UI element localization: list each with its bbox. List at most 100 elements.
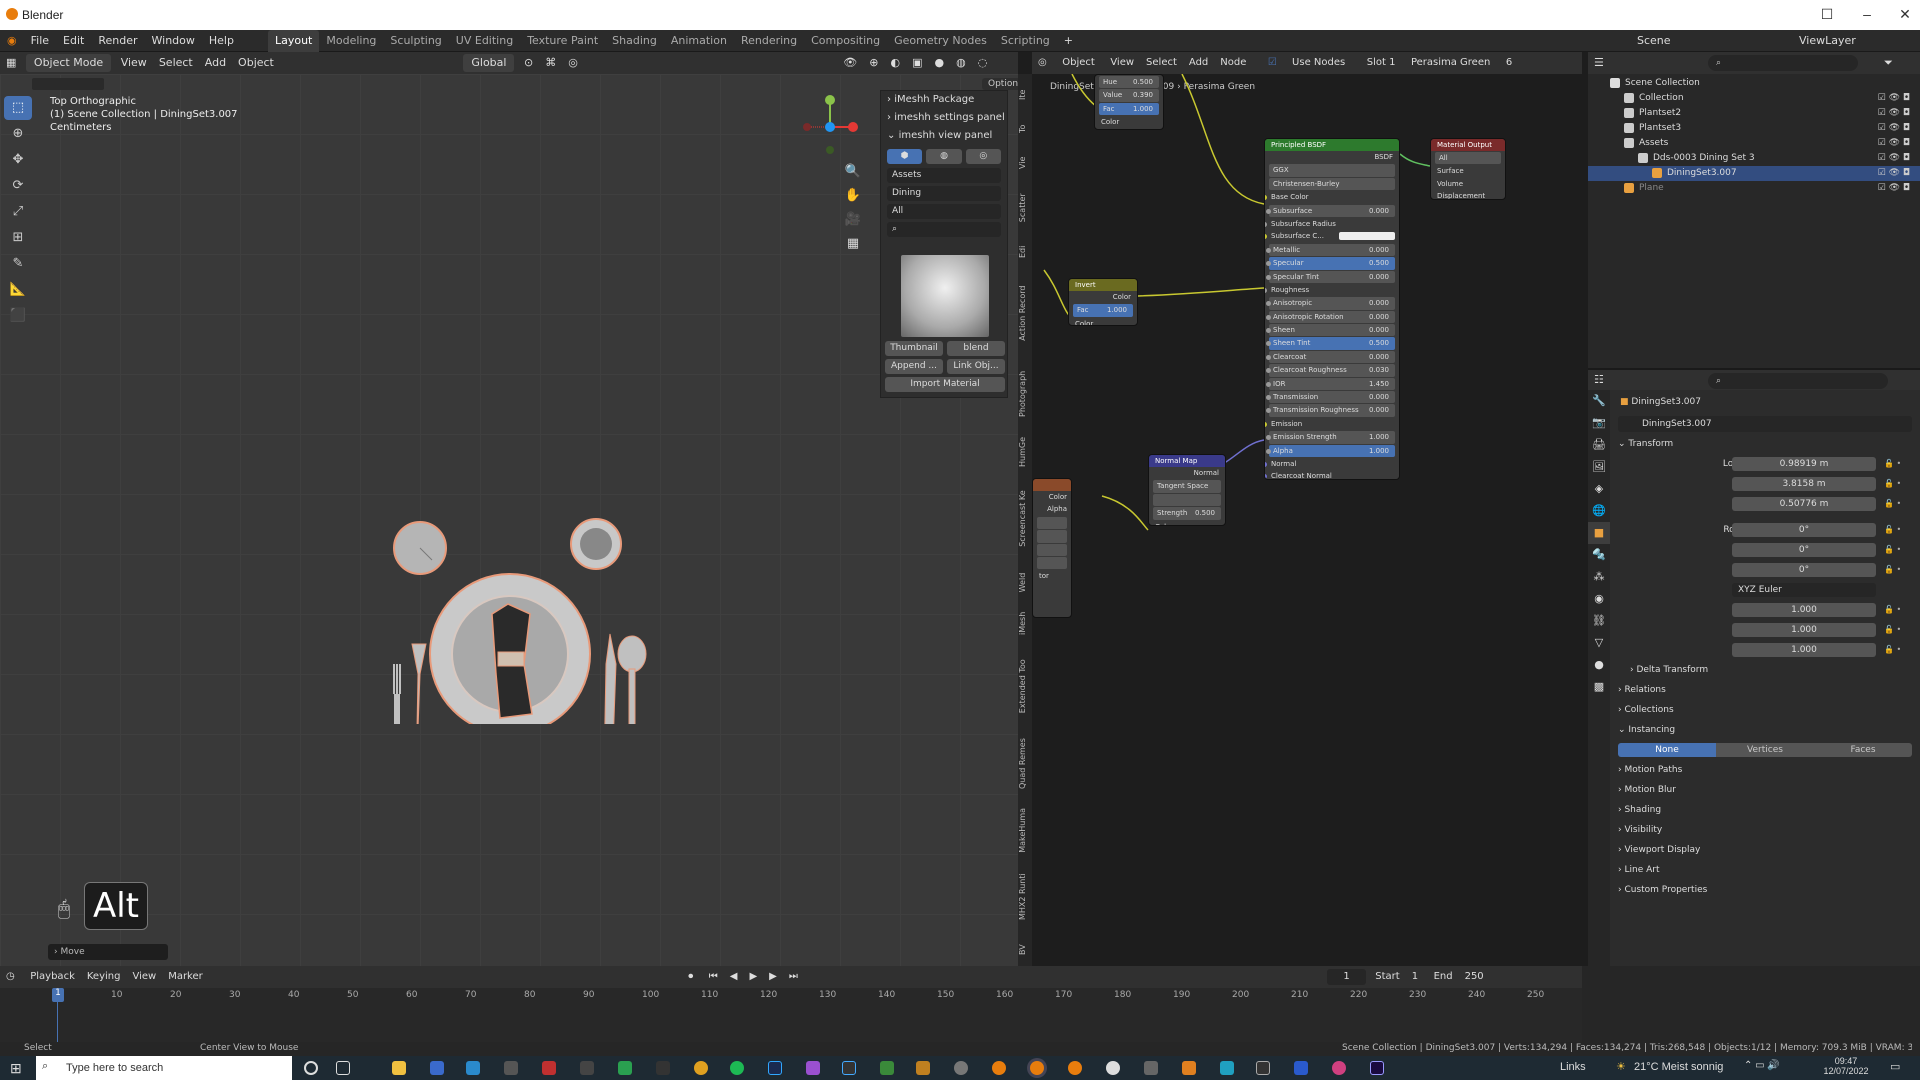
node-menu-select[interactable]: Select bbox=[1140, 52, 1183, 74]
properties-section-header[interactable]: › Shading bbox=[1610, 800, 1920, 820]
use-nodes-checkbox[interactable]: ☑ Use Nodes bbox=[1256, 52, 1357, 74]
output-target-select[interactable]: All bbox=[1435, 152, 1501, 165]
object-name-input[interactable]: DiningSet3.007 bbox=[1618, 416, 1912, 432]
outliner-filter-icon[interactable]: ⏷ bbox=[1884, 56, 1893, 70]
instancing-faces-button[interactable]: Faces bbox=[1814, 743, 1912, 757]
windows-start-icon[interactable]: ⊞ bbox=[10, 1060, 22, 1077]
editor-type-icon[interactable]: ▦ bbox=[0, 52, 22, 74]
lock-keyframe-icon[interactable]: 🔓 • bbox=[1884, 520, 1901, 540]
bsdf-input-row[interactable]: Transmission 0.000 bbox=[1266, 391, 1395, 404]
lock-keyframe-icon[interactable]: 🔓 • bbox=[1884, 474, 1901, 494]
scale-tool-icon[interactable]: ⤢ bbox=[4, 200, 32, 224]
thumbnail-button[interactable]: Thumbnail bbox=[885, 341, 943, 356]
annotate-tool-icon[interactable]: ✎ bbox=[4, 252, 32, 276]
workspace-tab-shading[interactable]: Shading bbox=[605, 30, 664, 52]
sidebar-tab-0[interactable]: Ite bbox=[1018, 82, 1032, 108]
hsv-hue-field[interactable]: Hue 0.500 bbox=[1099, 76, 1159, 89]
scale-field[interactable]: 1.000 bbox=[1732, 643, 1876, 657]
image-texture-node[interactable]: Color Alpha tor bbox=[1032, 478, 1072, 618]
sidebar-tab-5[interactable]: Action Record bbox=[1018, 273, 1032, 354]
normal-space-select[interactable]: Tangent Space bbox=[1153, 480, 1221, 493]
app-icon-5[interactable] bbox=[618, 1061, 632, 1075]
world-tab-icon[interactable]: 🌐 bbox=[1588, 500, 1610, 522]
visibility-toggle-icons[interactable]: ☑ 👁 ◘ bbox=[1878, 151, 1910, 166]
view-layer-selector[interactable]: ViewLayer bbox=[1792, 30, 1863, 52]
node-editor-type-icon[interactable]: ◎ bbox=[1032, 52, 1053, 74]
app-icon-13[interactable] bbox=[1220, 1061, 1234, 1075]
scale-field[interactable]: 1.000 bbox=[1732, 623, 1876, 637]
sidebar-tab-11[interactable]: Extended Too bbox=[1018, 649, 1032, 724]
output-tab-icon[interactable]: 🖨 bbox=[1588, 434, 1610, 456]
workspace-tab-sculpting[interactable]: Sculpting bbox=[383, 30, 448, 52]
np-section-package[interactable]: › iMeshh Package bbox=[881, 91, 1007, 109]
workspace-tab-modeling[interactable]: Modeling bbox=[319, 30, 383, 52]
bsdf-input-socket[interactable] bbox=[1266, 368, 1271, 374]
select-box-tool-icon[interactable]: ⬚ bbox=[4, 96, 32, 120]
rotation-field[interactable]: 0° bbox=[1732, 563, 1876, 577]
taskbar-search-input[interactable]: Type here to search bbox=[36, 1056, 292, 1080]
properties-search-input[interactable]: ⌕ bbox=[1708, 373, 1888, 389]
normal-uv-field[interactable] bbox=[1153, 493, 1221, 507]
bsdf-input-row[interactable]: Alpha 1.000 bbox=[1266, 444, 1395, 457]
hsv-value-field[interactable]: Value 0.390 bbox=[1099, 89, 1159, 102]
transform-orientation-dropdown[interactable]: Global bbox=[463, 54, 515, 72]
workspace-tab-geometry-nodes[interactable]: Geometry Nodes bbox=[887, 30, 994, 52]
bsdf-input-socket[interactable] bbox=[1266, 381, 1271, 387]
app-icon-10[interactable] bbox=[916, 1061, 930, 1075]
bsdf-input-socket[interactable] bbox=[1265, 461, 1267, 467]
app-icon-9[interactable] bbox=[880, 1061, 894, 1075]
chrome-icon[interactable] bbox=[694, 1061, 708, 1075]
sidebar-tab-9[interactable]: Weld bbox=[1018, 567, 1032, 597]
material-tab-icon[interactable]: ● bbox=[1588, 654, 1610, 676]
bsdf-input-row[interactable]: Anisotropic 0.000 bbox=[1266, 297, 1395, 310]
overlay-icon[interactable]: ◐ bbox=[884, 52, 906, 74]
bsdf-input-row[interactable]: Roughness bbox=[1265, 284, 1399, 296]
pivot-icon[interactable]: ⊙ bbox=[518, 52, 539, 74]
outliner-item[interactable]: Collection ☑ 👁 ◘ bbox=[1588, 91, 1920, 106]
np-material-tab-icon[interactable]: ◍ bbox=[926, 149, 962, 164]
app-icon-6[interactable] bbox=[656, 1061, 670, 1075]
blender-active-taskbar-icon[interactable] bbox=[1030, 1061, 1044, 1075]
bsdf-input-row[interactable]: Emission bbox=[1265, 418, 1399, 430]
np-section-settings[interactable]: › imeshh settings panel bbox=[881, 109, 1007, 127]
hsv-fac-field[interactable]: Fac 1.000 bbox=[1099, 102, 1159, 116]
outliner-item[interactable]: DiningSet3.007 ☑ 👁 ◘ bbox=[1588, 166, 1920, 181]
import-material-button[interactable]: Import Material bbox=[885, 377, 1005, 392]
timeline-editor-icon[interactable]: ◷ bbox=[0, 966, 21, 988]
timeline-menu-marker[interactable]: Marker bbox=[162, 966, 209, 988]
app-icon-1[interactable] bbox=[430, 1061, 444, 1075]
bsdf-distribution-select[interactable]: GGX bbox=[1269, 164, 1395, 177]
ortho-grid-icon[interactable]: ▦ bbox=[843, 236, 863, 256]
properties-section-header[interactable]: › Custom Properties bbox=[1610, 880, 1920, 900]
bsdf-input-socket[interactable] bbox=[1265, 474, 1267, 479]
outliner-search-input[interactable]: ⌕ bbox=[1708, 55, 1858, 71]
camera-icon[interactable]: 🎥 bbox=[843, 212, 863, 232]
vlc-icon[interactable] bbox=[1182, 1061, 1196, 1075]
sidebar-tab-10[interactable]: iMesh bbox=[1018, 605, 1032, 641]
node-menu-node[interactable]: Node bbox=[1214, 52, 1252, 74]
output-displacement-socket[interactable]: Displacement bbox=[1431, 190, 1505, 199]
move-tool-icon[interactable]: ✥ bbox=[4, 148, 32, 172]
sidebar-tab-4[interactable]: Edi bbox=[1018, 239, 1032, 265]
app-icon-4[interactable] bbox=[580, 1061, 594, 1075]
bsdf-input-row[interactable]: Subsurface 0.000 bbox=[1266, 204, 1395, 217]
link-object-button[interactable]: Link Obj... bbox=[947, 359, 1005, 374]
visibility-toggle-icons[interactable]: ☑ 👁 ◘ bbox=[1878, 91, 1910, 106]
physics-tab-icon[interactable]: ◉ bbox=[1588, 588, 1610, 610]
current-frame-field[interactable]: 1 bbox=[1327, 969, 1366, 985]
bsdf-input-socket[interactable] bbox=[1266, 208, 1271, 214]
workspace-tab-rendering[interactable]: Rendering bbox=[734, 30, 804, 52]
view-layer-tab-icon[interactable]: 🖼 bbox=[1588, 456, 1610, 478]
lock-keyframe-icon[interactable]: 🔓 • bbox=[1884, 454, 1901, 474]
bsdf-input-socket[interactable] bbox=[1266, 408, 1271, 414]
links-toolbar[interactable]: Links bbox=[1560, 1061, 1586, 1073]
principled-bsdf-node[interactable]: Principled BSDF BSDF GGX Christensen-Bur… bbox=[1264, 138, 1400, 480]
bsdf-input-row[interactable]: Transmission Roughness 0.000 bbox=[1266, 404, 1395, 417]
object-tab-icon[interactable]: ■ bbox=[1588, 522, 1610, 544]
blender-taskbar-icon[interactable] bbox=[992, 1061, 1006, 1075]
blender-menu-icon[interactable]: ◉ bbox=[0, 30, 24, 52]
bsdf-input-row[interactable]: Specular Tint 0.000 bbox=[1266, 270, 1395, 283]
xray-icon[interactable]: ▣ bbox=[906, 52, 928, 74]
visibility-toggle-icons[interactable]: ☑ 👁 ◘ bbox=[1878, 136, 1910, 151]
workspace-tab-scripting[interactable]: Scripting bbox=[994, 30, 1057, 52]
